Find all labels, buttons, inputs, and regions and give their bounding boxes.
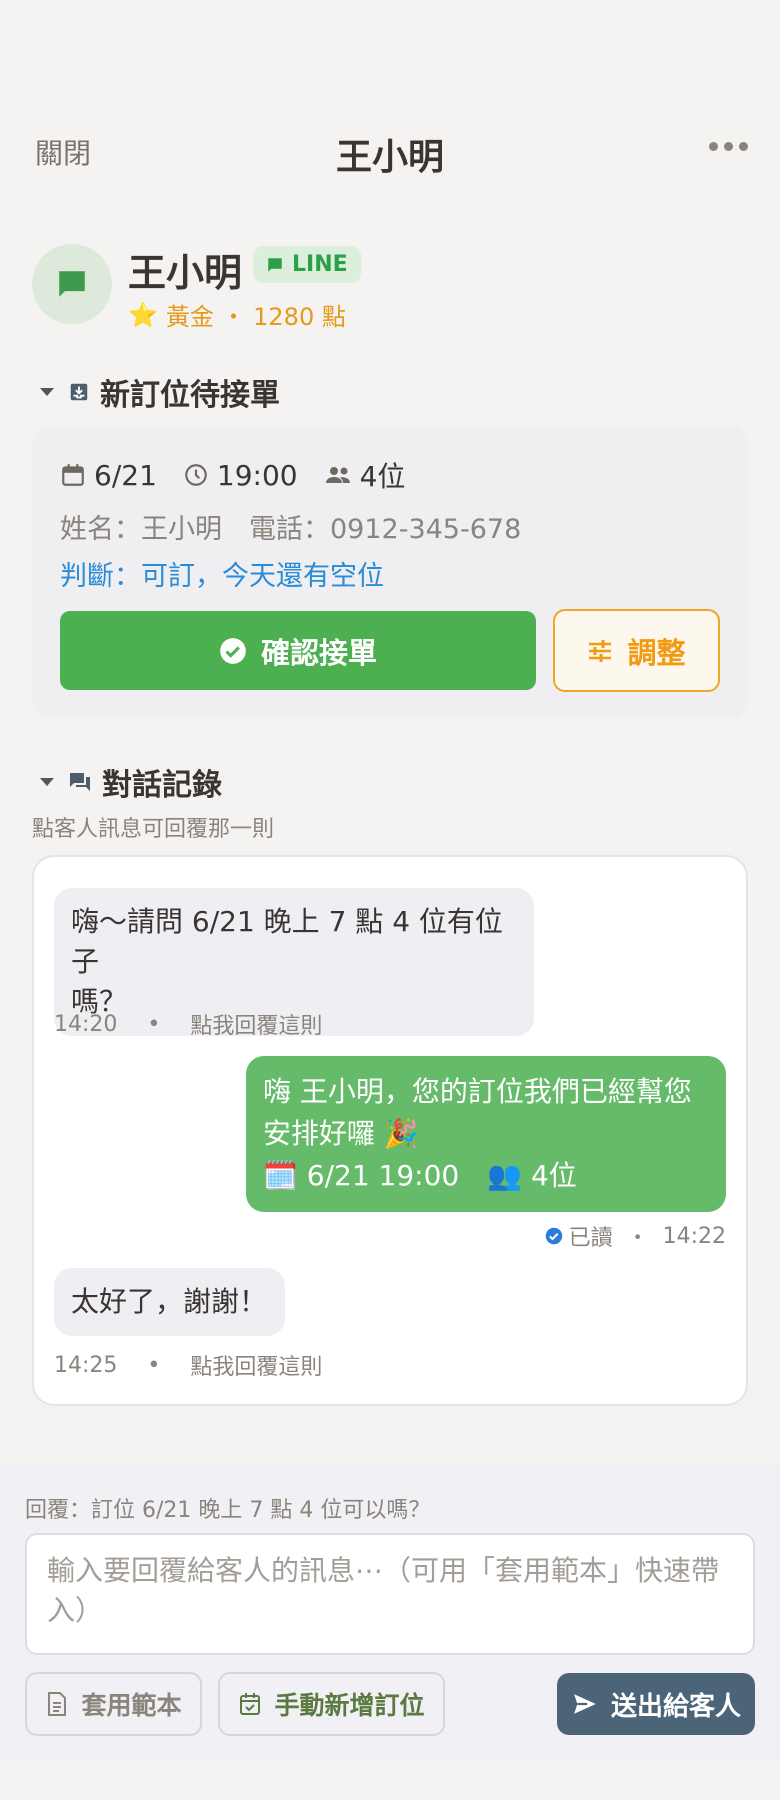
order-meta: 6/21 19:00 4位 [60,455,431,495]
chat-section-hint: 點客人訊息可回覆那一則 [32,817,275,842]
send-button[interactable]: 送出給客人 [557,1673,755,1735]
star-icon: ⭐ [128,300,158,329]
member-tier: ⭐ 黃金 ・ 1280 點 [128,297,346,332]
send-label: 送出給客人 [610,1691,741,1722]
customer-name: 王小明 [128,251,243,295]
send-icon [574,1694,596,1714]
message-text: 嗨 王小明，您的訂位我們已經幫您 [263,1075,692,1108]
more-icon[interactable] [709,142,748,151]
order-date: 6/21 [94,458,157,492]
outgoing-message: 嗨 王小明，您的訂位我們已經幫您 安排好囉 🎉 🗓️ 6/21 19:00 👥 … [246,1056,726,1212]
chat-bubble-icon [59,271,85,297]
line-badge-label: LINE [292,252,348,277]
manual-add-booking-label: 手動新增訂位 [274,1691,425,1720]
clock-icon [185,464,207,486]
order-judgement: 判斷：可訂，今天還有空位 [60,561,384,592]
order-section-title: 新訂位待接單 [100,378,280,413]
forum-icon [70,773,90,791]
caret-down-icon [40,388,54,396]
order-contact: 姓名：王小明 電話：0912-345-678 [60,514,522,545]
calendar-check-icon [240,1693,261,1715]
confirm-order-label: 確認接單 [260,635,377,670]
check-circle-icon [220,637,246,664]
reply-target: 回覆：訂位 6/21 晚上 7 點 4 位可以嗎？ [25,1498,431,1523]
line-badge: LINE [253,246,361,283]
apply-template-button[interactable]: 套用範本 [25,1672,202,1736]
separator-dot: • [147,1011,161,1037]
reply-this-link[interactable]: 點我回覆這則 [190,1008,322,1040]
message-time: 14:25 [54,1352,118,1378]
incoming-message[interactable]: 太好了，謝謝！ [54,1268,285,1336]
message-text: 🗓️ 6/21 19:00 👥 4位 [263,1159,577,1192]
line-chat-icon [268,257,282,272]
message-meta: 14:25 • 點我回覆這則 [54,1349,322,1381]
read-check-icon [545,1227,562,1245]
message-time: 14:20 [54,1011,118,1037]
sliders-icon [589,639,612,662]
inbox-icon [70,383,88,401]
avatar [32,244,112,324]
people-icon [325,467,350,483]
order-party: 4位 [359,460,406,493]
read-status: 已讀 [568,1226,613,1251]
message-meta: 已讀 ・ 14:22 [545,1220,726,1252]
separator-dot: • [147,1352,161,1378]
adjust-order-label: 調整 [627,635,686,670]
order-section-toggle[interactable]: 新訂位待接單 [40,370,280,414]
message-meta: 14:20 • 點我回覆這則 [54,1008,322,1040]
order-time: 19:00 [216,458,298,492]
reply-this-link[interactable]: 點我回覆這則 [190,1349,322,1381]
message-text: 安排好囉 🎉 [263,1117,419,1150]
message-input[interactable]: 輸入要回覆給客人的訊息⋯（可用「套用範本」快速帶入） [25,1533,755,1655]
message-text: 嗨～請問 6/21 晚上 7 點 4 位有位子 [71,905,503,978]
message-text: 太好了，謝謝！ [71,1285,268,1318]
page-title: 王小明 [335,137,444,178]
separator-dot: ・ [626,1226,649,1251]
chat-section-title: 對話記錄 [102,768,222,803]
message-time: 14:22 [662,1223,726,1249]
document-icon [48,1692,67,1716]
tier-text: 黃金 ・ 1280 點 [165,303,346,331]
adjust-order-button[interactable]: 調整 [553,609,720,692]
caret-down-icon [40,778,54,786]
chat-section-toggle[interactable]: 對話記錄 [40,760,222,804]
confirm-order-button[interactable]: 確認接單 [60,611,536,690]
manual-add-booking-button[interactable]: 手動新增訂位 [218,1672,445,1736]
calendar-icon [62,464,84,486]
apply-template-label: 套用範本 [81,1691,182,1720]
